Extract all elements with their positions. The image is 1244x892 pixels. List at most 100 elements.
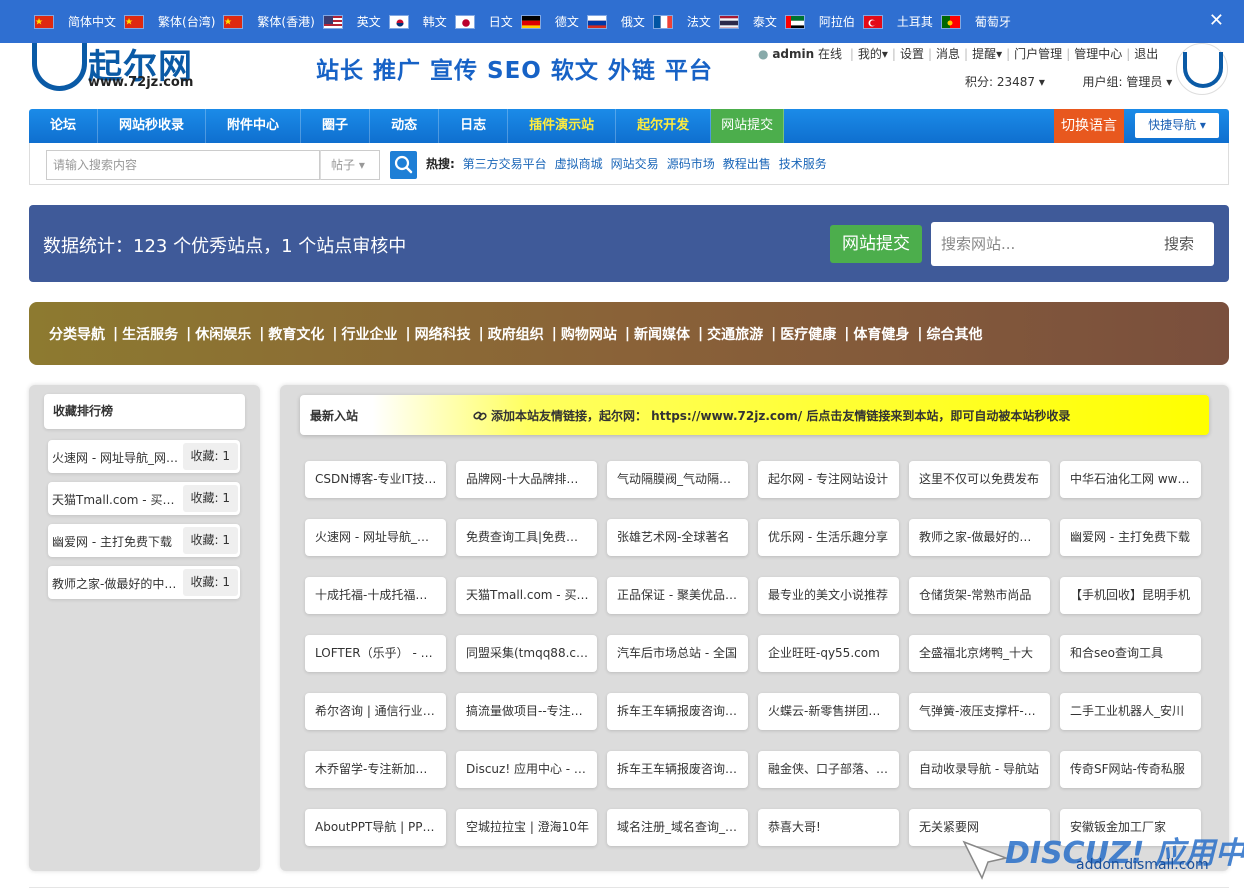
site-tile[interactable]: 这里不仅可以免费发布 (909, 461, 1050, 498)
site-tile[interactable]: 气弹簧-液压支撑杆-厂家 (909, 693, 1050, 730)
quick-nav-dropdown[interactable]: 快捷导航 ▾ (1135, 113, 1219, 138)
site-tile[interactable]: 传奇SF网站-传奇私服 (1060, 751, 1201, 788)
site-tile[interactable]: 拆车王车辆报废咨询中心 (607, 693, 748, 730)
user-link[interactable]: 门户管理 (1014, 47, 1062, 61)
favorite-item-name[interactable]: 火速网 - 网址导航_网址大全 (52, 449, 180, 466)
language-option-fr[interactable]: 法文 (652, 13, 711, 30)
site-tile[interactable]: 起尔网 - 专注网站设计 (758, 461, 899, 498)
language-option-tr[interactable]: 土耳其 (862, 13, 933, 30)
language-option-ru[interactable]: 俄文 (586, 13, 645, 30)
site-tile[interactable]: 火蝶云-新零售拼团系统 (758, 693, 899, 730)
site-tile[interactable]: 正品保证 - 聚美优品官网 (607, 577, 748, 614)
language-option-us[interactable]: 英文 (322, 13, 381, 30)
favorite-item[interactable]: 幽爱网 - 主打免费下载 收藏: 1 (48, 524, 240, 557)
site-tile[interactable]: 张雄艺术网-全球著名 (607, 519, 748, 556)
site-tile[interactable]: 最专业的美文小说推荐 (758, 577, 899, 614)
category-link[interactable]: 行业企业 (342, 324, 398, 344)
user-link[interactable]: 消息 (936, 47, 960, 61)
site-tile[interactable]: 【手机回收】昆明手机 (1060, 577, 1201, 614)
site-tile[interactable]: 全盛福北京烤鸭_十大 (909, 635, 1050, 672)
search-button[interactable] (390, 151, 417, 179)
user-name[interactable]: admin (772, 47, 814, 61)
site-tile[interactable]: 幽爱网 - 主打免费下载 (1060, 519, 1201, 556)
site-tile[interactable]: 十成托福-十成托福官网 (305, 577, 446, 614)
site-tile[interactable]: 优乐网 - 生活乐趣分享 (758, 519, 899, 556)
site-tile[interactable]: 企业旺旺-qy55.com (758, 635, 899, 672)
category-link[interactable]: 新闻媒体 (634, 324, 690, 344)
site-tile[interactable]: Discuz! 应用中心 - 插件 (456, 751, 597, 788)
hot-search-link[interactable]: 网站交易 (611, 157, 659, 171)
nav-item[interactable]: 论坛 (29, 109, 99, 143)
category-link[interactable]: 教育文化 (268, 324, 324, 344)
site-tile[interactable]: 汽车后市场总站 - 全国 (607, 635, 748, 672)
site-tile[interactable]: 气动隔膜阀_气动隔膜泵 (607, 461, 748, 498)
site-tile[interactable]: 教师之家-做最好的中小 (909, 519, 1050, 556)
site-tile[interactable]: 希尔咨询 | 通信行业咨询 (305, 693, 446, 730)
favorite-item-name[interactable]: 天猫Tmall.com - 买正品 (52, 491, 180, 508)
site-tile[interactable]: AboutPPT导航 | PPT资源 (305, 809, 446, 846)
language-option-pt[interactable]: 葡萄牙 (940, 13, 1011, 30)
language-option-ae[interactable]: 阿拉伯 (784, 13, 855, 30)
hot-search-link[interactable]: 第三方交易平台 (463, 157, 547, 171)
points-dropdown[interactable]: 积分: 23487 ▾ (965, 75, 1045, 89)
site-tile[interactable]: 空城拉拉宝 | 澄海10年 (456, 809, 597, 846)
site-tile[interactable]: 天猫Tmall.com - 买正品 (456, 577, 597, 614)
site-search-input[interactable]: 搜索网站... (941, 233, 1015, 254)
user-link[interactable]: 我的▾ (858, 47, 888, 61)
nav-item[interactable]: 附件中心 (206, 109, 302, 143)
site-tile[interactable]: 品牌网-十大品牌排行榜 (456, 461, 597, 498)
category-link[interactable]: 政府组织 (488, 324, 544, 344)
favorite-item[interactable]: 教师之家-做最好的中小学 收藏: 1 (48, 566, 240, 599)
site-tile[interactable]: CSDN博客-专业IT技术社区 (305, 461, 446, 498)
site-tile[interactable]: 木乔留学-专注新加坡留学 (305, 751, 446, 788)
favorite-item-name[interactable]: 教师之家-做最好的中小学 (52, 575, 180, 592)
site-tile[interactable]: 二手工业机器人_安川 (1060, 693, 1201, 730)
site-tile[interactable]: 免费查询工具|免费查询 (456, 519, 597, 556)
hot-search-link[interactable]: 源码市场 (667, 157, 715, 171)
nav-item[interactable]: 网站提交 (711, 109, 785, 143)
search-type-select[interactable]: 帖子 ▾ (320, 150, 380, 180)
site-tile[interactable]: 中华石油化工网 www.com (1060, 461, 1201, 498)
site-tile[interactable]: 火速网 - 网址导航_网址 (305, 519, 446, 556)
nav-item[interactable]: 插件演示站 (508, 109, 617, 143)
language-option-kr[interactable]: 韩文 (388, 13, 447, 30)
switch-language-button[interactable]: 切换语言 (1054, 109, 1124, 143)
site-tile[interactable]: 搞流量做项目--专注网赚 (456, 693, 597, 730)
category-link[interactable]: 体育健身 (853, 324, 909, 344)
site-tile[interactable]: 恭喜大哥! (758, 809, 899, 846)
user-link[interactable]: 设置 (900, 47, 924, 61)
category-link[interactable]: 分类导航 (49, 324, 105, 344)
user-link[interactable]: 退出 (1134, 47, 1158, 61)
usergroup-dropdown[interactable]: 用户组: 管理员 ▾ (1083, 75, 1173, 89)
site-tile[interactable]: LOFTER（乐乎） - 让兴趣 (305, 635, 446, 672)
category-link[interactable]: 休闲娱乐 (195, 324, 251, 344)
category-link[interactable]: 生活服务 (122, 324, 178, 344)
language-option-cn[interactable]: 简体中文 (34, 13, 116, 30)
category-link[interactable]: 网络科技 (415, 324, 471, 344)
nav-item[interactable]: 网站秒收录 (98, 109, 207, 143)
site-tile[interactable]: 融金侠、口子部落、门户 (758, 751, 899, 788)
category-link[interactable]: 综合其他 (927, 324, 983, 344)
nav-item[interactable]: 起尔开发 (616, 109, 712, 143)
submit-site-button[interactable]: 网站提交 (830, 225, 922, 263)
hot-search-link[interactable]: 技术服务 (779, 157, 827, 171)
site-logo[interactable]: 起尔网 www.72jz.com (30, 43, 200, 93)
site-search-button[interactable]: 搜索 (1164, 233, 1194, 254)
close-icon[interactable]: ✕ (1209, 10, 1224, 31)
language-option-cn[interactable]: 繁体(香港) (223, 13, 315, 30)
hot-search-link[interactable]: 虚拟商城 (555, 157, 603, 171)
nav-item[interactable]: 动态 (370, 109, 440, 143)
language-option-de[interactable]: 德文 (520, 13, 579, 30)
site-tile[interactable]: 域名注册_域名查询_主机 (607, 809, 748, 846)
language-option-cn[interactable]: 繁体(台湾) (124, 13, 215, 30)
site-tile[interactable]: 和合seo查询工具 (1060, 635, 1201, 672)
category-link[interactable]: 医疗健康 (780, 324, 836, 344)
favorite-item[interactable]: 火速网 - 网址导航_网址大全收藏: 1 (48, 440, 240, 473)
user-link[interactable]: 提醒▾ (972, 47, 1002, 61)
site-search-box[interactable]: 搜索网站... 搜索 (931, 222, 1214, 266)
hot-search-link[interactable]: 教程出售 (723, 157, 771, 171)
category-link[interactable]: 交通旅游 (707, 324, 763, 344)
language-option-jp[interactable]: 日文 (454, 13, 513, 30)
category-link[interactable]: 购物网站 (561, 324, 617, 344)
site-tile[interactable]: 拆车王车辆报废咨询中心 (607, 751, 748, 788)
